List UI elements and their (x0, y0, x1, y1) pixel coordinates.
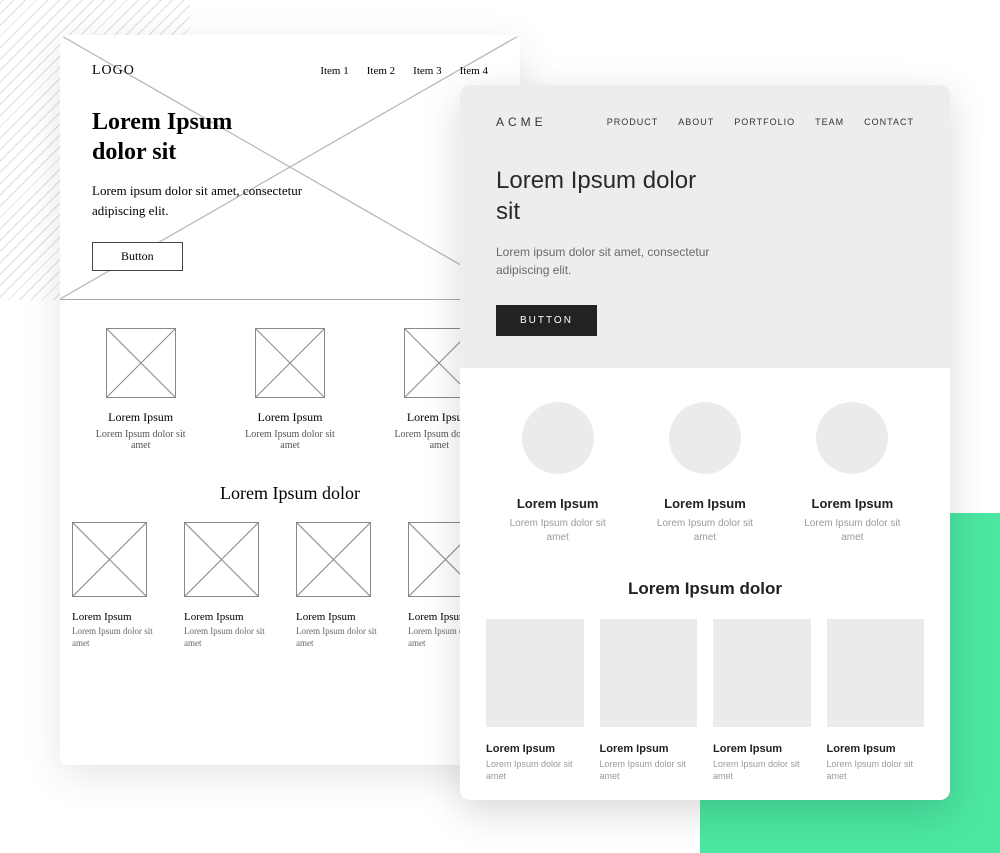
feature-subtitle: Lorem Ipsum dolor sit amet (645, 517, 765, 545)
portfolio-title: Lorem Ipsum (184, 611, 284, 623)
rect-placeholder-icon (486, 619, 584, 727)
mockup-feature-item: Lorem Ipsum Lorem Ipsum dolor sit amet (498, 402, 618, 545)
wireframe-portfolio-item: Lorem Ipsum Lorem Ipsum dolor sit amet (72, 522, 172, 649)
mockup-feature-item: Lorem Ipsum Lorem Ipsum dolor sit amet (645, 402, 765, 545)
placeholder-image-icon (296, 522, 371, 597)
wireframe-hero-button[interactable]: Button (92, 242, 183, 271)
mockup-section-title: Lorem Ipsum dolor (460, 579, 950, 599)
portfolio-title: Lorem Ipsum (827, 743, 925, 755)
feature-title: Lorem Ipsum (240, 410, 340, 425)
rect-placeholder-icon (600, 619, 698, 727)
mockup-portfolio: Lorem Ipsum Lorem Ipsum dolor sit amet L… (460, 619, 950, 800)
feature-title: Lorem Ipsum (91, 410, 191, 425)
mockup-hero-title: Lorem Ipsum dolor sit (496, 165, 716, 227)
mockup-nav-item[interactable]: TEAM (815, 117, 844, 127)
portfolio-subtitle: Lorem Ipsum dolor sit amet (184, 626, 284, 649)
circle-placeholder-icon (669, 402, 741, 474)
mockup-logo: ACME (496, 115, 547, 129)
feature-subtitle: Lorem Ipsum dolor sit amet (498, 517, 618, 545)
feature-subtitle: Lorem Ipsum dolor sit amet (792, 517, 912, 545)
rect-placeholder-icon (713, 619, 811, 727)
mockup-hero: ACME PRODUCT ABOUT PORTFOLIO TEAM CONTAC… (460, 85, 950, 368)
mockup-feature-item: Lorem Ipsum Lorem Ipsum dolor sit amet (792, 402, 912, 545)
mockup-nav: PRODUCT ABOUT PORTFOLIO TEAM CONTACT (607, 117, 914, 127)
feature-title: Lorem Ipsum (792, 496, 912, 511)
placeholder-image-icon (184, 522, 259, 597)
feature-title: Lorem Ipsum (645, 496, 765, 511)
wireframe-features: Lorem Ipsum Lorem Ipsum dolor sit amet L… (60, 300, 520, 459)
mockup-features: Lorem Ipsum Lorem Ipsum dolor sit amet L… (460, 368, 950, 555)
mockup-portfolio-item: Lorem Ipsum Lorem Ipsum dolor sit amet (486, 619, 584, 782)
wireframe-portfolio-item: Lorem Ipsum Lorem Ipsum dolor sit amet (184, 522, 284, 649)
mockup-portfolio-item: Lorem Ipsum Lorem Ipsum dolor sit amet (713, 619, 811, 782)
mockup-nav-item[interactable]: PORTFOLIO (734, 117, 795, 127)
portfolio-title: Lorem Ipsum (296, 611, 396, 623)
wireframe-feature-item: Lorem Ipsum Lorem Ipsum dolor sit amet (91, 328, 191, 451)
wireframe-feature-item: Lorem Ipsum Lorem Ipsum dolor sit amet (240, 328, 340, 451)
feature-subtitle: Lorem Ipsum dolor sit amet (91, 429, 191, 451)
portfolio-subtitle: Lorem Ipsum dolor sit amet (827, 759, 925, 782)
wireframe-hero-subtitle: Lorem ipsum dolor sit amet, consectetur … (92, 181, 312, 220)
mockup-nav-item[interactable]: CONTACT (864, 117, 914, 127)
feature-subtitle: Lorem Ipsum dolor sit amet (240, 429, 340, 451)
wireframe-nav: Item 1 Item 2 Item 3 Item 4 (320, 65, 488, 77)
wireframe-portfolio: Lorem Ipsum Lorem Ipsum dolor sit amet L… (60, 522, 520, 669)
wireframe-hero: LOGO Item 1 Item 2 Item 3 Item 4 Lorem I… (60, 35, 520, 300)
mockup-nav-item[interactable]: ABOUT (678, 117, 714, 127)
portfolio-title: Lorem Ipsum (72, 611, 172, 623)
mockup-card: ACME PRODUCT ABOUT PORTFOLIO TEAM CONTAC… (460, 85, 950, 800)
portfolio-title: Lorem Ipsum (713, 743, 811, 755)
rect-placeholder-icon (827, 619, 925, 727)
placeholder-image-icon (72, 522, 147, 597)
portfolio-title: Lorem Ipsum (600, 743, 698, 755)
circle-placeholder-icon (816, 402, 888, 474)
wireframe-portfolio-item: Lorem Ipsum Lorem Ipsum dolor sit amet (296, 522, 396, 649)
placeholder-image-icon (106, 328, 176, 398)
circle-placeholder-icon (522, 402, 594, 474)
portfolio-subtitle: Lorem Ipsum dolor sit amet (713, 759, 811, 782)
portfolio-subtitle: Lorem Ipsum dolor sit amet (296, 626, 396, 649)
portfolio-subtitle: Lorem Ipsum dolor sit amet (600, 759, 698, 782)
mockup-hero-subtitle: Lorem ipsum dolor sit amet, consectetur … (496, 243, 716, 279)
wireframe-nav-item[interactable]: Item 1 (320, 65, 348, 77)
wireframe-hero-title: Lorem Ipsum dolor sit (92, 107, 292, 167)
wireframe-section-title: Lorem Ipsum dolor (60, 483, 520, 504)
wireframe-nav-item[interactable]: Item 2 (367, 65, 395, 77)
wireframe-logo: LOGO (92, 63, 135, 79)
placeholder-image-icon (255, 328, 325, 398)
mockup-portfolio-item: Lorem Ipsum Lorem Ipsum dolor sit amet (827, 619, 925, 782)
mockup-portfolio-item: Lorem Ipsum Lorem Ipsum dolor sit amet (600, 619, 698, 782)
mockup-hero-button[interactable]: BUTTON (496, 305, 597, 336)
feature-title: Lorem Ipsum (498, 496, 618, 511)
portfolio-subtitle: Lorem Ipsum dolor sit amet (72, 626, 172, 649)
portfolio-subtitle: Lorem Ipsum dolor sit amet (486, 759, 584, 782)
mockup-nav-item[interactable]: PRODUCT (607, 117, 659, 127)
portfolio-title: Lorem Ipsum (486, 743, 584, 755)
wireframe-nav-item[interactable]: Item 3 (413, 65, 441, 77)
wireframe-card: LOGO Item 1 Item 2 Item 3 Item 4 Lorem I… (60, 35, 520, 765)
wireframe-nav-item[interactable]: Item 4 (460, 65, 488, 77)
